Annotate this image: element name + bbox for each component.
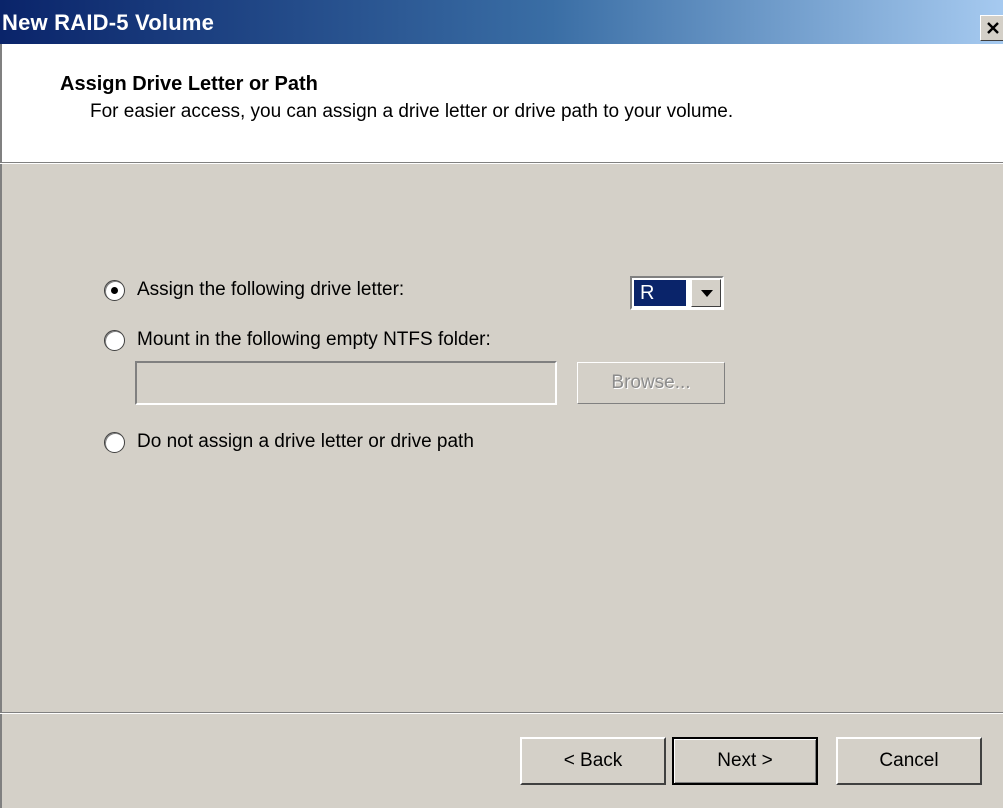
folder-path-field[interactable] [135,361,557,405]
window-title: New RAID-5 Volume [2,10,215,35]
window-border [0,44,2,808]
back-button[interactable]: < Back [520,737,666,785]
page-title: Assign Drive Letter or Path [60,73,318,95]
no-assign-label: Do not assign a drive letter or drive pa… [137,431,474,452]
close-icon [987,22,999,34]
assign-letter-label: Assign the following drive letter: [137,279,405,300]
header-divider [0,162,1003,164]
dropdown-button[interactable] [691,279,721,307]
close-button[interactable] [980,15,1003,41]
assign-letter-radio[interactable] [104,279,125,301]
option-mount-folder[interactable]: Mount in the following empty NTFS folder… [104,327,491,353]
option-assign-letter[interactable]: Assign the following drive letter: [104,277,404,303]
mount-folder-label: Mount in the following empty NTFS folder… [137,329,491,350]
chevron-down-icon [701,290,713,297]
browse-button[interactable]: Browse... [577,362,725,404]
drive-letter-value: R [634,280,686,306]
mount-folder-radio[interactable] [104,329,125,351]
drive-letter-dropdown[interactable]: R [630,276,724,310]
footer-divider [0,712,1003,714]
cancel-button[interactable]: Cancel [836,737,982,785]
title-bar: New RAID-5 Volume [0,0,1003,44]
no-assign-radio[interactable] [104,431,125,453]
option-no-assign[interactable]: Do not assign a drive letter or drive pa… [104,429,474,455]
next-button[interactable]: Next > [672,737,818,785]
page-subtitle: For easier access, you can assign a driv… [90,101,734,122]
